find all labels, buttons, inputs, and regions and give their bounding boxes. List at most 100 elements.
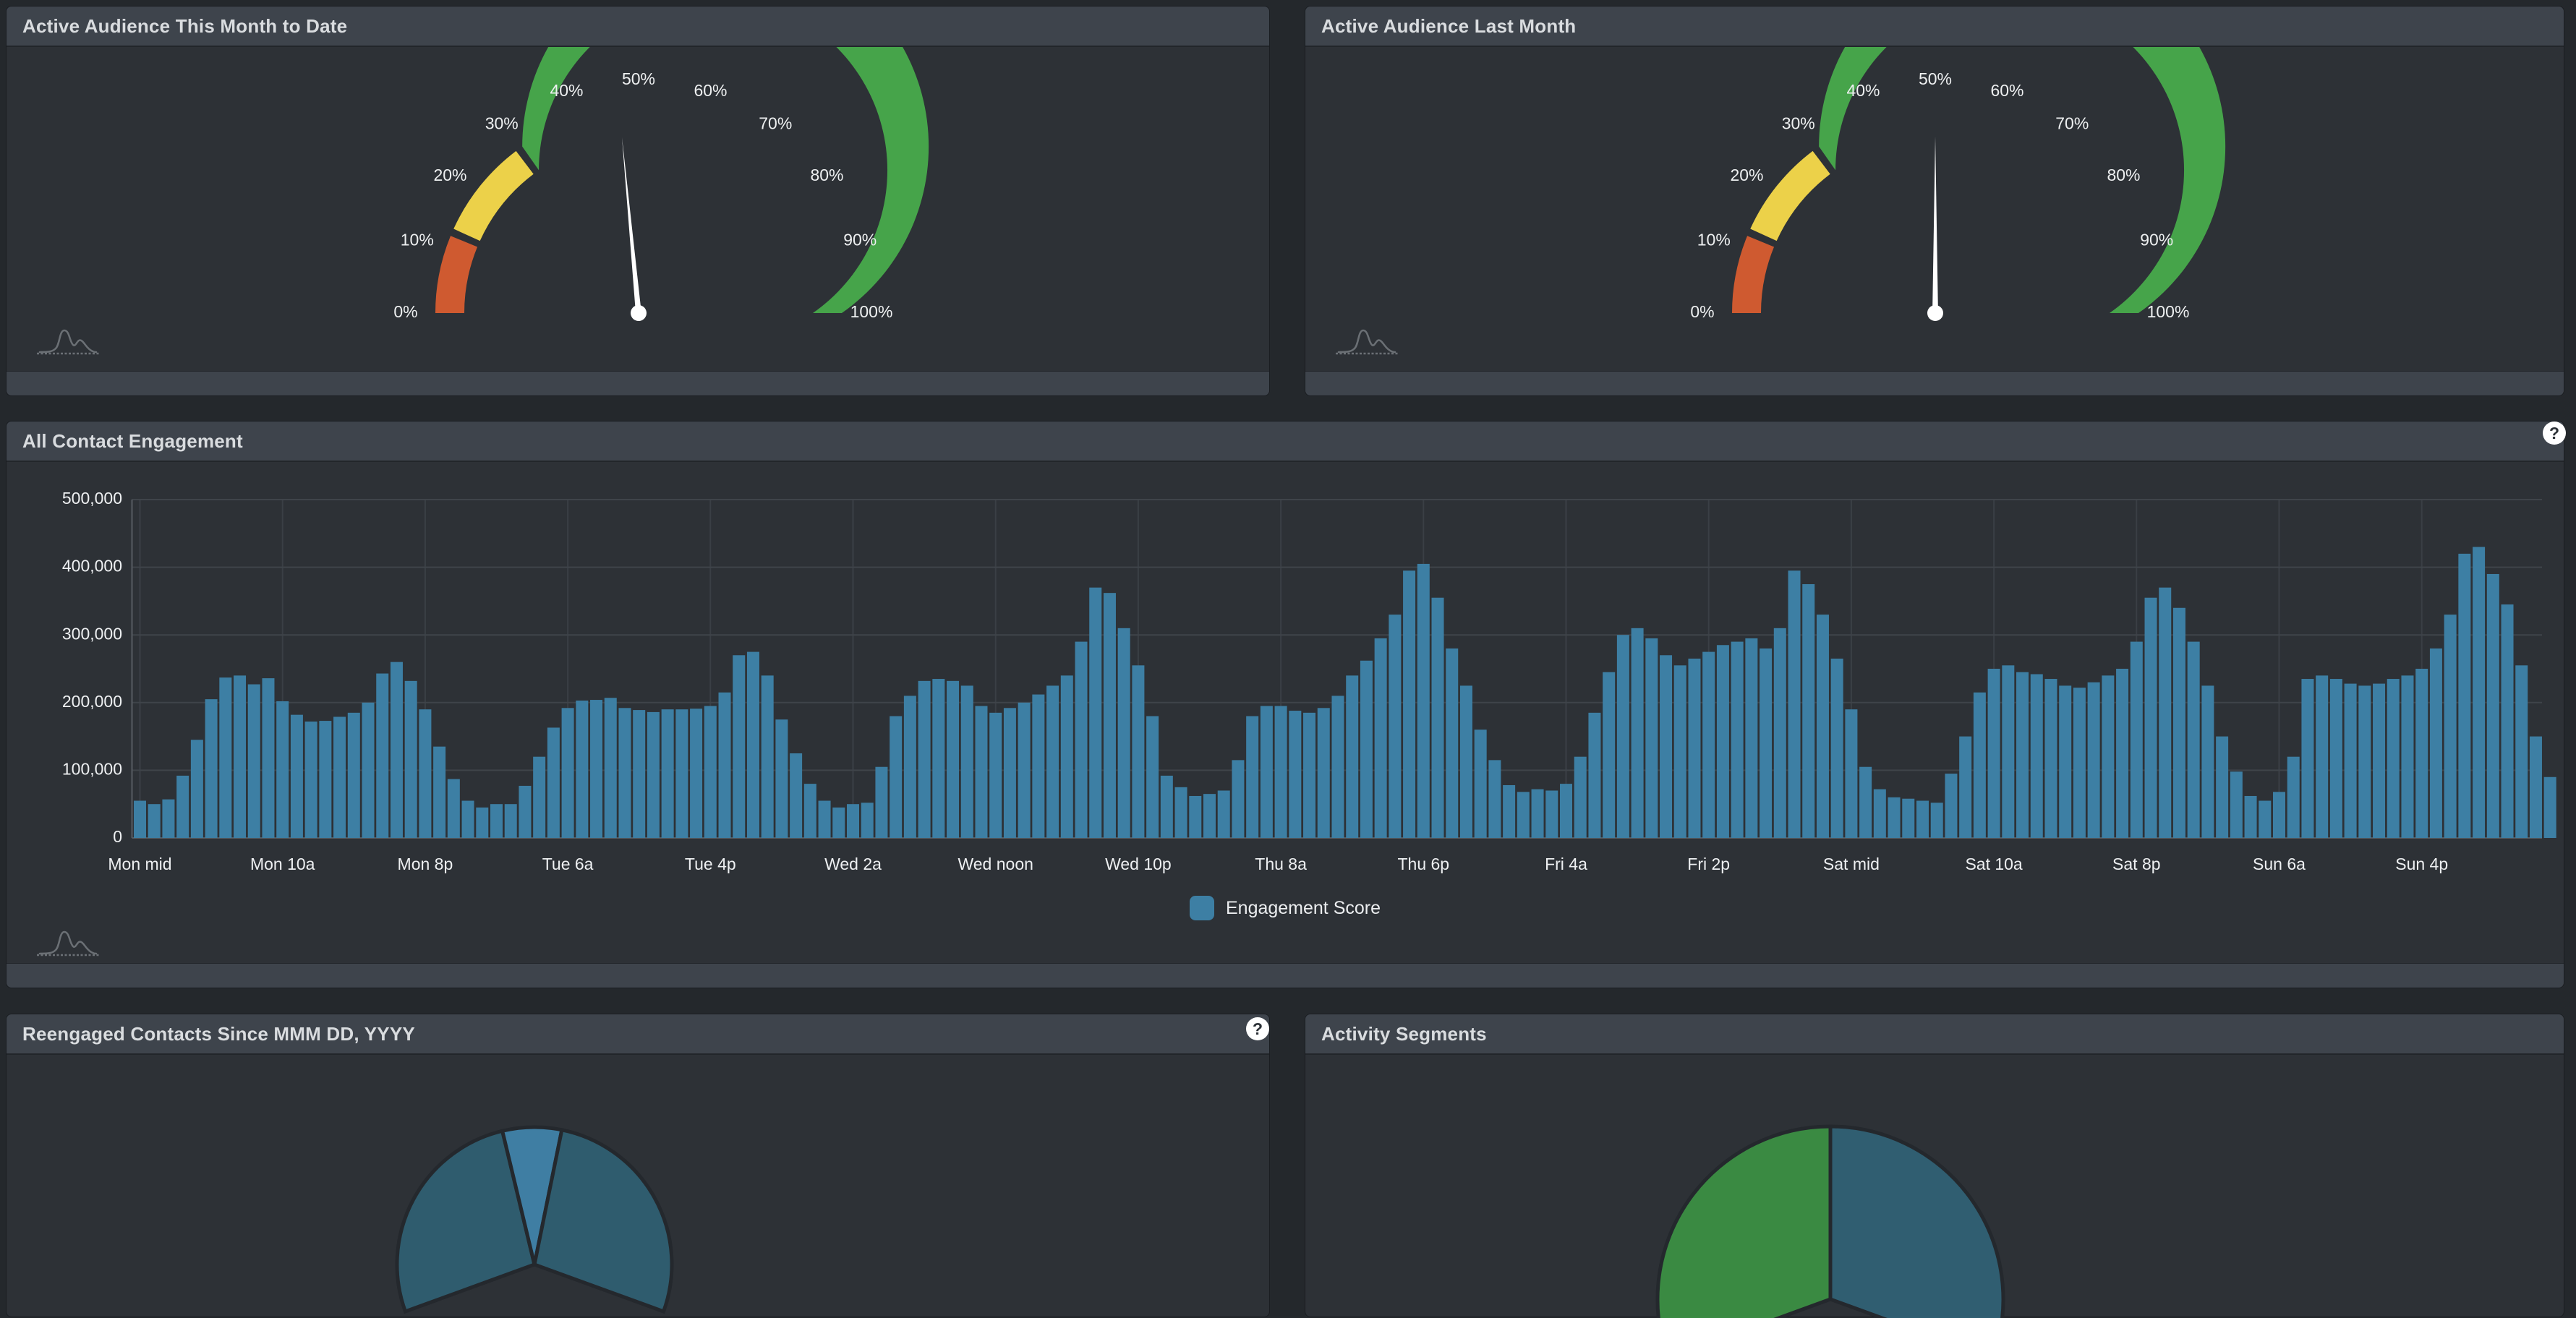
bar [675, 709, 688, 838]
bar [448, 779, 460, 838]
bar [1004, 708, 1016, 838]
bar [1688, 659, 1700, 838]
x-tick-label: Tue 4p [685, 855, 736, 873]
legend-swatch-engagement-score [1190, 896, 1214, 920]
bar [1731, 642, 1744, 838]
panel-header: Reengaged Contacts Since MMM DD, YYYY [7, 1014, 1269, 1055]
panel-footer [7, 371, 1269, 395]
bar [790, 753, 802, 838]
bar [505, 804, 517, 838]
bar [2544, 777, 2556, 838]
pie-slice [1658, 1126, 1830, 1318]
bar [2316, 675, 2328, 838]
x-tick-label: Wed 10p [1105, 855, 1172, 873]
bar [2515, 665, 2528, 838]
pie-chart-area [7, 1055, 1269, 1317]
gauge-tick-label: 60% [694, 81, 727, 100]
gauge-tick-label: 30% [485, 114, 519, 133]
gauge-chart-area: 0%10%20%30%40%50%60%70%80%90%100% [1305, 47, 2564, 372]
bar [762, 675, 774, 838]
bar [719, 693, 731, 838]
bar [1318, 708, 1330, 838]
x-tick-label: Mon 10a [250, 855, 315, 873]
bar [1674, 665, 1686, 838]
bar [1046, 685, 1059, 838]
bar [205, 699, 218, 838]
bar [1645, 638, 1658, 838]
y-tick-label: 500,000 [62, 489, 122, 508]
help-icon[interactable]: ? [2543, 421, 2566, 445]
bar [419, 709, 431, 838]
x-tick-label: Wed 2a [824, 855, 882, 873]
bar [519, 786, 531, 838]
bar [2444, 615, 2457, 838]
bar [405, 681, 417, 838]
watermark-logo-icon [35, 925, 101, 959]
gauge-segment [435, 236, 477, 313]
bar [248, 685, 260, 838]
bar [1503, 785, 1515, 838]
bar [647, 712, 660, 838]
bar [2415, 669, 2428, 838]
bar [2430, 649, 2442, 838]
reengaged-pie-chart [7, 1055, 1271, 1318]
bar [1432, 598, 1444, 838]
bar [590, 700, 602, 838]
bar [1874, 789, 1886, 838]
bar [775, 719, 788, 838]
panel-title: Active Audience This Month to Date [22, 15, 347, 38]
bar [476, 808, 488, 838]
x-tick-label: Fri 4a [1545, 855, 1587, 873]
bar [1588, 713, 1600, 838]
bar [2031, 674, 2043, 838]
bar [1475, 729, 1487, 838]
bar [847, 804, 859, 838]
help-icon[interactable]: ? [1246, 1017, 1269, 1040]
bar-chart-area: 500,000400,000300,000200,000100,0000Mon … [7, 462, 2564, 964]
gauge-segment [1732, 236, 1774, 313]
bar [1018, 703, 1031, 838]
bar [1945, 774, 1957, 838]
bar [2016, 672, 2029, 838]
bar [362, 703, 375, 838]
bar [1289, 711, 1301, 838]
bar [1988, 669, 2000, 838]
bar [1817, 615, 1829, 838]
bar [176, 776, 189, 838]
bar [1859, 767, 1872, 838]
bar [1261, 706, 1273, 838]
bar [1075, 642, 1088, 838]
bar [1389, 615, 1401, 838]
gauge-tick-label: 20% [1730, 166, 1763, 184]
bar [904, 696, 916, 838]
pie-slice [1830, 1126, 2003, 1318]
watermark-logo-icon [35, 323, 101, 358]
bar [975, 706, 987, 838]
bar [2530, 737, 2542, 838]
gauge-tick-label: 10% [401, 231, 434, 249]
panel-header: Activity Segments [1305, 1014, 2564, 1055]
gauge-tick-label: 100% [850, 302, 893, 321]
pie-slice [534, 1130, 672, 1311]
gauge-tick-label: 10% [1697, 231, 1731, 249]
bar [562, 708, 574, 838]
gauge-tick-label: 60% [1990, 81, 2023, 100]
legend-label: Engagement Score [1226, 898, 1381, 919]
bar [1760, 649, 1772, 838]
gauge-tick-label: 50% [1919, 69, 1952, 88]
bar [2102, 675, 2114, 838]
panel-footer [1305, 371, 2564, 395]
bar [2145, 598, 2157, 838]
gauge-segment [453, 151, 533, 241]
chart-legend: Engagement Score [7, 896, 2564, 920]
bar [1032, 695, 1044, 838]
bar [2044, 679, 2057, 838]
bar [1532, 789, 1544, 838]
bar [576, 701, 588, 838]
bar [1460, 685, 1472, 838]
gauge-tick-label: 50% [622, 69, 655, 88]
gauge-tick-label: 0% [393, 302, 417, 321]
panel-activity-segments: Activity Segments [1305, 1014, 2564, 1317]
bar [2073, 688, 2086, 838]
bar-series-engagement-score [134, 547, 2556, 838]
